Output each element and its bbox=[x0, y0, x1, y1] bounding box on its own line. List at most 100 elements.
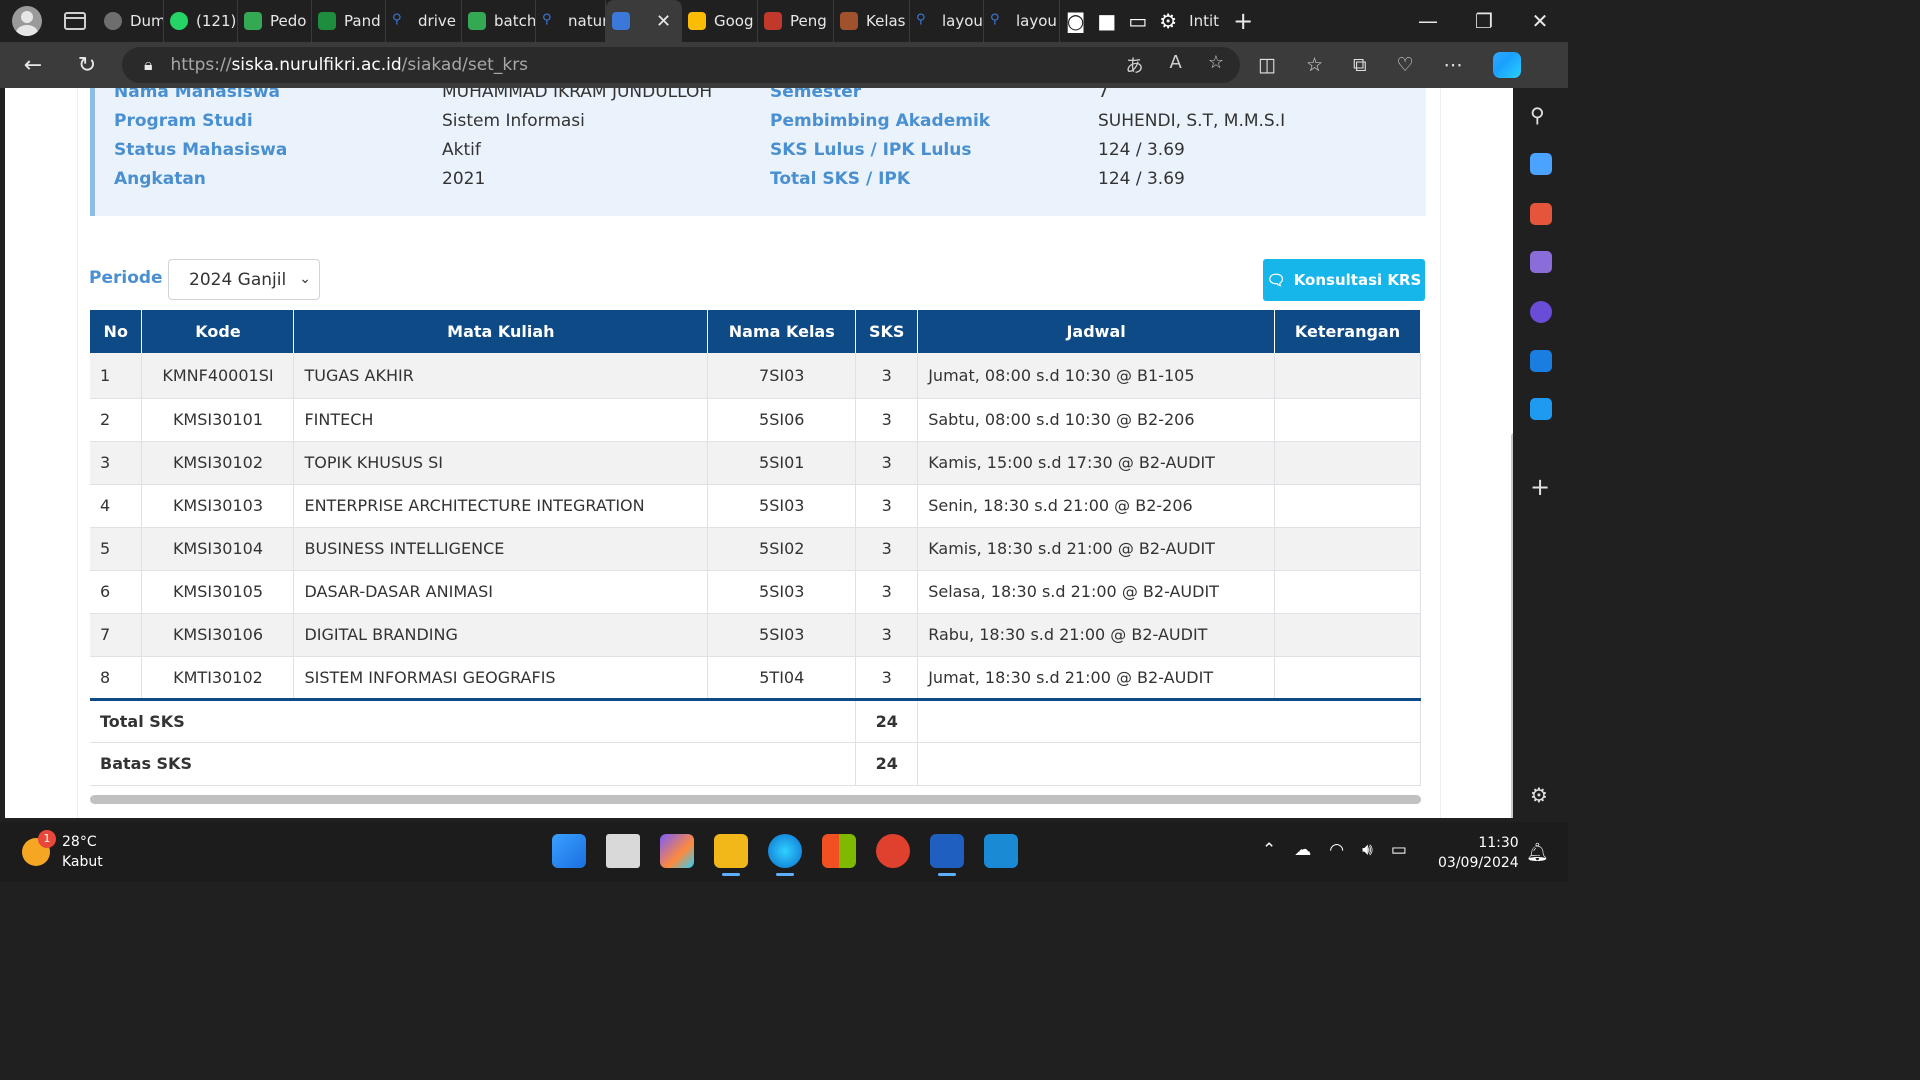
profile-avatar[interactable] bbox=[12, 6, 42, 36]
file-explorer-icon[interactable] bbox=[714, 834, 748, 876]
tab-active[interactable]: ✕ bbox=[606, 0, 682, 42]
wifi-icon[interactable]: ◠ bbox=[1329, 840, 1344, 860]
cell-no: 6 bbox=[90, 570, 143, 614]
task-view-icon[interactable] bbox=[606, 834, 640, 868]
search-icon: ⚲ bbox=[392, 12, 402, 27]
sidebar-settings-icon[interactable]: ⚙ bbox=[1530, 783, 1548, 807]
close-tab-icon[interactable]: ✕ bbox=[656, 11, 671, 32]
cell-no: 7 bbox=[90, 613, 143, 657]
browser-essentials-icon[interactable]: ♡ bbox=[1397, 54, 1414, 76]
translate-icon[interactable]: あ bbox=[1126, 52, 1144, 78]
search-icon[interactable]: ⚲ bbox=[1530, 103, 1545, 127]
table-row: 2 KMSI30101 FINTECH 5SI06 3 Sabtu, 08:00… bbox=[90, 398, 1421, 442]
value-name: MUHAMMAD IKRAM JUNDULLOH bbox=[442, 88, 713, 102]
batas-sks-spacer bbox=[917, 742, 1421, 786]
copilot-icon[interactable] bbox=[1492, 52, 1521, 78]
batas-sks-label: Batas SKS bbox=[90, 742, 857, 786]
outlook-icon[interactable] bbox=[1530, 350, 1552, 372]
value-total-sks: 124 / 3.69 bbox=[1098, 169, 1185, 189]
search-icon: ⚲ bbox=[990, 12, 1000, 27]
tab-5[interactable]: ⚲ drive bbox=[386, 0, 462, 42]
split-screen-icon[interactable]: ◫ bbox=[1258, 54, 1276, 76]
cell-kode: KMSI30104 bbox=[141, 527, 295, 571]
cell-nama-kelas: 5SI02 bbox=[707, 527, 857, 571]
tab-3[interactable]: Pedo bbox=[238, 0, 312, 42]
cell-no: 5 bbox=[90, 527, 143, 571]
tab-4[interactable]: Pand bbox=[312, 0, 386, 42]
close-window-icon[interactable]: ✕ bbox=[1512, 9, 1568, 33]
telegram-icon[interactable] bbox=[1530, 398, 1552, 420]
cell-sks: 3 bbox=[855, 570, 919, 614]
shopping-tag-icon[interactable] bbox=[1530, 153, 1552, 175]
weather-widget[interactable]: 28°C Kabut bbox=[22, 832, 103, 872]
tab-13[interactable]: Intit bbox=[1183, 0, 1219, 42]
taskbar-apps bbox=[552, 834, 1018, 876]
notification-bell-icon[interactable]: 🔔︎ bbox=[1526, 842, 1549, 863]
edge-icon[interactable] bbox=[768, 834, 802, 876]
tab-6[interactable]: batch bbox=[462, 0, 536, 42]
minimize-icon[interactable]: — bbox=[1400, 9, 1456, 33]
tab-2[interactable]: (121) bbox=[164, 0, 238, 42]
horizontal-scrollbar[interactable] bbox=[90, 795, 1421, 804]
more-menu-icon[interactable]: ⋯ bbox=[1444, 54, 1463, 76]
tab-11[interactable]: ⚲ layou bbox=[910, 0, 984, 42]
cell-kode: KMNF40001SI bbox=[141, 353, 295, 399]
camera-icon[interactable]: ◙ bbox=[1066, 9, 1085, 33]
vertical-scrollbar[interactable] bbox=[1511, 433, 1513, 818]
vscode-icon[interactable] bbox=[984, 834, 1018, 868]
table-row: 3 KMSI30102 TOPIK KHUSUS SI 5SI01 3 Kami… bbox=[90, 441, 1421, 485]
tab-actions-icon[interactable] bbox=[64, 12, 86, 30]
restore-icon[interactable]: ❐ bbox=[1456, 9, 1512, 33]
tab-9[interactable]: Peng bbox=[758, 0, 834, 42]
chevron-up-icon[interactable]: ⌃ bbox=[1262, 840, 1276, 860]
google-icon bbox=[688, 12, 706, 30]
cell-nama-kelas: 5SI01 bbox=[707, 441, 857, 485]
tab-10[interactable]: Kelas bbox=[834, 0, 910, 42]
cell-mata-kuliah: DIGITAL BRANDING bbox=[293, 613, 709, 657]
favorites-icon[interactable]: ☆ bbox=[1306, 54, 1323, 76]
gear-icon[interactable]: ⚙ bbox=[1159, 9, 1177, 33]
github-icon bbox=[104, 12, 122, 30]
table-row: 6 KMSI30105 DASAR-DASAR ANIMASI 5SI03 3 … bbox=[90, 570, 1421, 614]
konsultasi-krs-button[interactable]: 🗨︎ Konsultasi KRS bbox=[1263, 259, 1425, 301]
back-icon[interactable]: ← bbox=[6, 53, 60, 78]
tab-12[interactable]: ⚲ layou bbox=[984, 0, 1060, 42]
cell-keterangan bbox=[1274, 527, 1421, 571]
tab-7[interactable]: ⚲ natur bbox=[536, 0, 606, 42]
volume-icon[interactable]: 🔊︎ bbox=[1362, 840, 1373, 860]
word-icon[interactable] bbox=[930, 834, 964, 876]
tab-8[interactable]: Goog bbox=[682, 0, 758, 42]
start-icon[interactable] bbox=[552, 834, 586, 868]
collections-icon[interactable]: ⧉ bbox=[1353, 54, 1367, 76]
table-row: 7 KMSI30106 DIGITAL BRANDING 5SI03 3 Rab… bbox=[90, 613, 1421, 657]
copilot-taskbar-icon[interactable] bbox=[660, 834, 694, 868]
label-sks-lulus: SKS Lulus / IPK Lulus bbox=[770, 140, 972, 160]
cell-nama-kelas: 5SI03 bbox=[707, 484, 857, 528]
presentation-app-icon[interactable] bbox=[876, 834, 910, 868]
store-icon[interactable] bbox=[822, 834, 856, 868]
cell-jadwal: Jumat, 18:30 s.d 21:00 @ B2-AUDIT bbox=[917, 656, 1275, 700]
video-icon[interactable]: ■ bbox=[1097, 9, 1116, 33]
url-field[interactable]: 🔒︎ https://siska.nurulfikri.ac.id/siakad… bbox=[122, 47, 1240, 83]
cell-keterangan bbox=[1274, 570, 1421, 614]
window-icon[interactable]: ▭ bbox=[1128, 9, 1147, 33]
tab-1[interactable]: Dum bbox=[98, 0, 164, 42]
onedrive-icon[interactable]: ☁ bbox=[1294, 840, 1311, 860]
refresh-icon[interactable]: ↻ bbox=[60, 53, 114, 78]
copilot-sidebar-icon[interactable] bbox=[1530, 301, 1552, 323]
read-aloud-icon[interactable]: A bbox=[1170, 52, 1182, 78]
add-sidebar-app-icon[interactable]: + bbox=[1530, 473, 1550, 501]
games-icon[interactable] bbox=[1530, 251, 1552, 273]
batas-sks-row: Batas SKS 24 bbox=[90, 742, 1421, 786]
header-mata-kuliah: Mata Kuliah bbox=[293, 310, 709, 353]
cell-nama-kelas: 7SI03 bbox=[707, 353, 857, 399]
clock-date: 03/09/2024 bbox=[1438, 855, 1519, 871]
sheets-icon bbox=[318, 12, 336, 30]
new-tab-button[interactable]: + bbox=[1233, 7, 1253, 35]
tools-icon[interactable] bbox=[1530, 203, 1552, 225]
battery-icon[interactable]: ▭ bbox=[1391, 840, 1407, 860]
clock[interactable]: 11:30 03/09/2024 bbox=[1438, 833, 1519, 873]
favorite-star-icon[interactable]: ☆ bbox=[1208, 52, 1224, 78]
search-icon: ⚲ bbox=[916, 12, 926, 27]
periode-select[interactable]: 2024 Ganjil ⌄ bbox=[168, 259, 320, 300]
